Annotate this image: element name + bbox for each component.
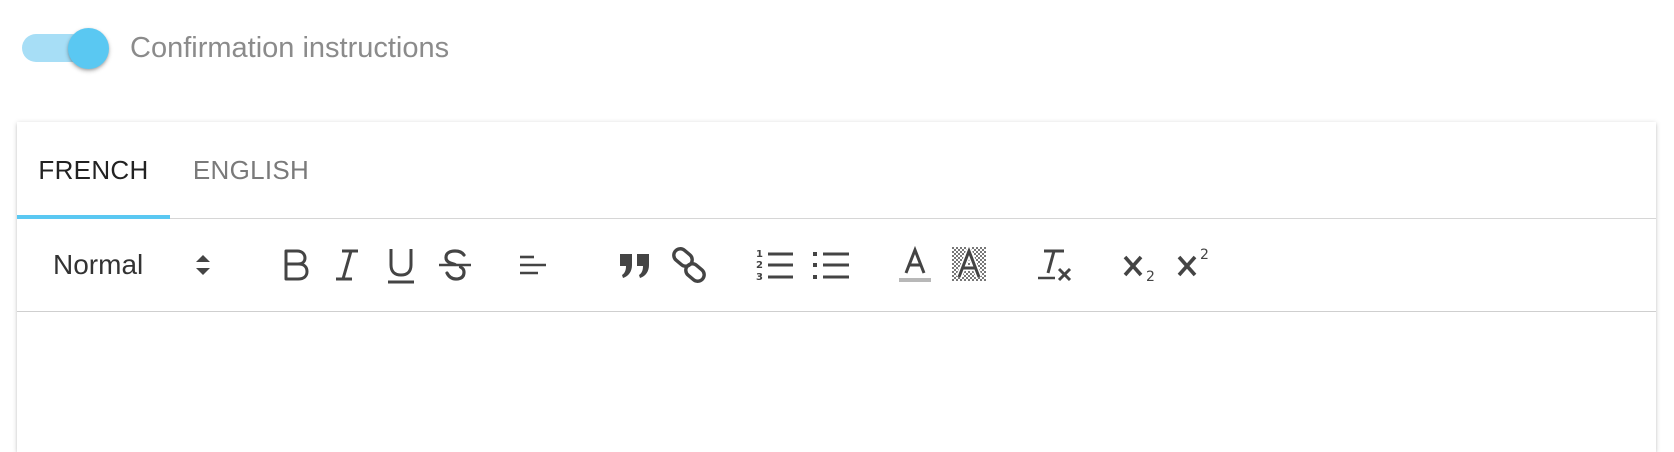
svg-text:2: 2 [1200,247,1209,263]
language-tabs: FRENCH ENGLISH [17,122,1656,219]
background-color-button[interactable] [947,243,991,287]
bold-button[interactable] [273,243,317,287]
editor-toolbar: Normal 1 2 3 2 2 [17,219,1656,312]
ordered-list-button[interactable]: 1 2 3 [751,243,799,287]
tab-english[interactable]: ENGLISH [170,122,332,218]
svg-text:1: 1 [756,249,763,260]
blockquote-icon [620,254,649,278]
clear-formatting-icon [1038,249,1072,282]
blockquote-button[interactable] [613,243,657,287]
ordered-list-icon: 1 2 3 [756,249,793,283]
confirmation-toggle-switch[interactable] [20,26,109,70]
rich-text-editor-card: FRENCH ENGLISH Normal 1 2 3 2 2 [17,122,1656,452]
tab-french[interactable]: FRENCH [17,122,170,219]
superscript-icon: 2 [1177,247,1209,277]
strikethrough-button[interactable] [433,243,477,287]
subscript-icon: 2 [1123,255,1155,285]
link-button[interactable] [667,243,711,287]
superscript-button[interactable]: 2 [1171,243,1219,287]
svg-text:2: 2 [1146,269,1155,285]
underline-icon [388,249,414,284]
text-color-button[interactable] [893,243,937,287]
format-picker-label: Normal [53,249,144,280]
align-button[interactable] [513,243,553,287]
align-left-icon [520,255,546,275]
toggle-knob[interactable] [68,28,109,69]
svg-text:3: 3 [756,272,763,283]
strikethrough-icon [439,249,471,281]
italic-icon [336,249,358,281]
subscript-button[interactable]: 2 [1117,243,1165,287]
svg-text:2: 2 [756,260,763,271]
format-picker[interactable]: Normal [17,243,237,287]
editor-content-area[interactable] [17,312,1656,452]
italic-button[interactable] [325,243,369,287]
text-color-icon [899,245,931,282]
bold-icon [284,249,309,281]
background-color-icon [952,245,986,281]
picker-arrows-icon [196,255,210,275]
confirmation-toggle-row: Confirmation instructions [20,26,449,70]
bullet-list-icon [813,252,849,279]
bullet-list-button[interactable] [807,243,855,287]
clear-formatting-button[interactable] [1033,243,1077,287]
underline-button[interactable] [379,243,423,287]
toggle-label: Confirmation instructions [130,32,450,64]
link-icon [672,247,706,283]
